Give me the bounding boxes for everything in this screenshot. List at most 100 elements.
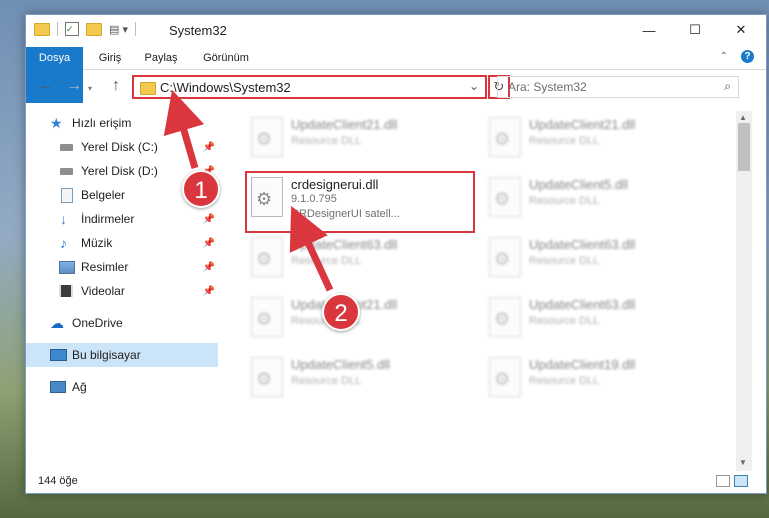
- sidebar-item-label: Hızlı erişim: [72, 116, 132, 130]
- cloud-icon: ☁: [50, 314, 64, 331]
- navigation-pane: ★ Hızlı erişim Yerel Disk (C:) 📌 Yerel D…: [26, 111, 218, 461]
- item-count: 144 öğe: [38, 475, 78, 487]
- file-name: UpdateClient21.dll: [291, 117, 398, 132]
- search-placeholder: Ara: System32: [508, 80, 587, 94]
- file-item[interactable]: ⚙ UpdateClient63.dll Resource DLL: [479, 231, 709, 287]
- pin-icon[interactable]: 📌: [203, 286, 215, 297]
- status-bar: 144 öğe: [26, 471, 766, 493]
- file-item[interactable]: ⚙ UpdateClient5.dll Resource DLL: [479, 171, 709, 227]
- sidebar-item-label: Videolar: [81, 284, 125, 298]
- forward-arrow-icon[interactable]: →: [66, 77, 82, 95]
- details-view-icon[interactable]: [716, 475, 730, 487]
- scrollbar-thumb[interactable]: [738, 123, 750, 171]
- file-item[interactable]: ⚙ UpdateClient63.dll Resource DLL: [241, 231, 471, 287]
- pin-icon[interactable]: 📌: [203, 238, 215, 249]
- sidebar-item-label: Belgeler: [81, 188, 126, 202]
- sidebar-item-label: Resimler: [81, 260, 129, 274]
- file-item[interactable]: ⚙ UpdateClient5.dll Resource DLL: [241, 351, 471, 407]
- toolbar-separator: [134, 22, 136, 36]
- scroll-down-icon[interactable]: ▼: [739, 458, 747, 467]
- file-name: UpdateClient21.dll: [529, 117, 636, 132]
- properties-icon[interactable]: ✓: [65, 22, 79, 36]
- tab-paylas[interactable]: Paylaş: [138, 47, 184, 69]
- music-icon: ♪: [60, 235, 67, 251]
- dll-file-icon: ⚙: [489, 177, 521, 217]
- search-input[interactable]: Ara: System32 ⌕: [497, 76, 739, 98]
- file-name: UpdateClient63.dll: [291, 237, 398, 252]
- large-icons-view-icon[interactable]: [734, 475, 748, 487]
- dll-file-icon: ⚙: [251, 237, 283, 277]
- sidebar-item-label: Yerel Disk (D:): [81, 164, 158, 178]
- computer-icon: [50, 349, 67, 361]
- sidebar-item-downloads[interactable]: ↓ İndirmeler 📌: [26, 207, 218, 231]
- sidebar-item-onedrive[interactable]: ☁ OneDrive: [26, 311, 218, 335]
- star-icon: ★: [50, 114, 63, 131]
- file-name: UpdateClient5.dll: [529, 177, 629, 192]
- chevron-up-icon[interactable]: ⌃: [720, 51, 728, 62]
- drive-icon: [60, 143, 73, 151]
- tab-gorunum[interactable]: Görünüm: [196, 47, 256, 69]
- address-bar[interactable]: C:\Windows\System32 ⌄: [132, 75, 487, 99]
- sidebar-item-disk-c[interactable]: Yerel Disk (C:) 📌: [26, 135, 218, 159]
- folder-icon: [34, 22, 50, 36]
- back-arrow-icon[interactable]: ←: [38, 77, 54, 95]
- file-description: Resource DLL: [291, 255, 362, 267]
- drive-icon: [60, 167, 73, 175]
- file-description: Resource DLL: [529, 195, 600, 207]
- sidebar-item-pictures[interactable]: Resimler 📌: [26, 255, 218, 279]
- file-description: Resource DLL: [291, 135, 362, 147]
- dll-file-icon: ⚙: [251, 117, 283, 157]
- highlight-box: [245, 171, 475, 233]
- file-name: UpdateClient63.dll: [529, 297, 636, 312]
- dll-file-icon: ⚙: [489, 117, 521, 157]
- callout-1: 1: [182, 170, 220, 208]
- pictures-icon: [59, 260, 75, 274]
- sidebar-item-label: Ağ: [72, 380, 87, 394]
- tab-giris[interactable]: Giriş: [90, 47, 130, 69]
- sidebar-item-videos[interactable]: Videolar 📌: [26, 279, 218, 303]
- sidebar-item-this-pc[interactable]: Bu bilgisayar: [26, 343, 218, 367]
- navigation-bar: ← → ▾ ↑ C:\Windows\System32 ⌄ ↻ Ara: Sys…: [26, 71, 766, 105]
- file-list: ⚙ UpdateClient21.dll Resource DLL ⚙ Upda…: [231, 111, 736, 471]
- callout-2: 2: [322, 293, 360, 331]
- close-button[interactable]: ✕: [718, 15, 764, 45]
- file-description: Resource DLL: [291, 375, 362, 387]
- address-path[interactable]: C:\Windows\System32: [160, 80, 291, 95]
- new-folder-icon[interactable]: [86, 22, 102, 36]
- file-item[interactable]: ⚙ UpdateClient19.dll Resource DLL: [479, 351, 709, 407]
- file-item[interactable]: ⚙ UpdateClient21.dll Resource DLL: [479, 111, 709, 167]
- pin-icon[interactable]: 📌: [203, 142, 215, 153]
- sidebar-item-label: Bu bilgisayar: [72, 348, 141, 362]
- scroll-up-icon[interactable]: ▲: [739, 113, 747, 122]
- sidebar-item-network[interactable]: Ağ: [26, 375, 218, 399]
- file-description: Resource DLL: [529, 255, 600, 267]
- customize-qat-icon[interactable]: ▤ ▾: [109, 23, 128, 36]
- video-icon: [59, 285, 73, 297]
- ribbon-tabs: Dosya Giriş Paylaş Görünüm ⌃ ?: [26, 47, 766, 103]
- explorer-window: ✓ ▤ ▾ System32 — ☐ ✕ Dosya Giriş Paylaş …: [25, 14, 767, 494]
- toolbar-separator: [57, 22, 58, 36]
- minimize-button[interactable]: —: [626, 15, 672, 45]
- quick-access-toolbar: ✓ ▤ ▾: [34, 22, 143, 36]
- help-icon[interactable]: ?: [741, 50, 754, 63]
- vertical-scrollbar[interactable]: ▲ ▼: [736, 111, 752, 471]
- download-icon: ↓: [60, 211, 67, 227]
- search-icon[interactable]: ⌕: [724, 79, 731, 94]
- chevron-down-icon[interactable]: ⌄: [469, 79, 479, 93]
- dll-file-icon: ⚙: [251, 357, 283, 397]
- pin-icon[interactable]: 📌: [203, 262, 215, 273]
- sidebar-item-label: Müzik: [81, 236, 113, 250]
- dll-file-icon: ⚙: [489, 297, 521, 337]
- sidebar-item-music[interactable]: ♪ Müzik 📌: [26, 231, 218, 255]
- sidebar-item-label: OneDrive: [72, 316, 123, 330]
- up-arrow-icon[interactable]: ↑: [112, 77, 120, 95]
- dll-file-icon: ⚙: [251, 297, 283, 337]
- recent-locations-chevron-icon[interactable]: ▾: [88, 84, 92, 93]
- sidebar-item-quick-access[interactable]: ★ Hızlı erişim: [26, 111, 218, 135]
- maximize-button[interactable]: ☐: [672, 15, 718, 45]
- dll-file-icon: ⚙: [489, 357, 521, 397]
- file-item[interactable]: ⚙ UpdateClient21.dll Resource DLL: [241, 111, 471, 167]
- sidebar-item-label: İndirmeler: [81, 212, 135, 226]
- file-item[interactable]: ⚙ UpdateClient63.dll Resource DLL: [479, 291, 709, 347]
- pin-icon[interactable]: 📌: [203, 214, 215, 225]
